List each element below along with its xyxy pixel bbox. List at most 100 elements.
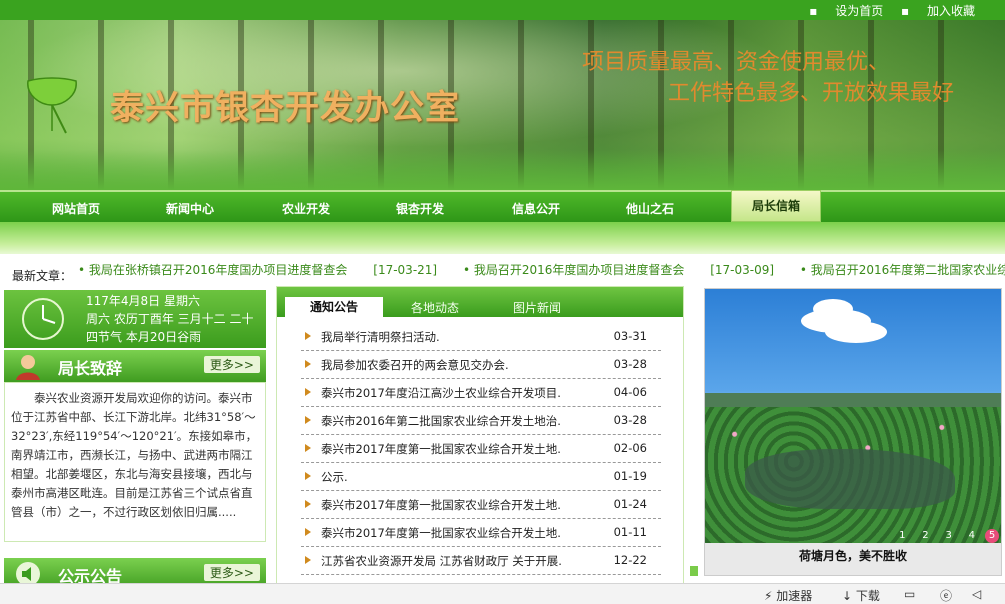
pager-4[interactable]: 4 [962, 530, 982, 541]
notice-title: 泰兴市2017年度第一批国家农业综合开发土地. [321, 442, 561, 456]
slogan-line-1: 项目质量最高、资金使用最优、 [582, 50, 891, 75]
date-box: 117年4月8日 星期六 周六 农历丁酉年 三月十二 二十 四节气 本月20日谷… [4, 290, 266, 348]
scroll-marker [690, 566, 698, 576]
notice-title: 我局举行清明祭扫活动. [321, 330, 440, 344]
nav-agriculture[interactable]: 农业开发 [282, 200, 330, 217]
bullet-icon [305, 500, 311, 508]
photo-pager: 1 2 3 4 5 [892, 529, 999, 543]
set-homepage-label: 设为首页 [835, 4, 884, 18]
nav-director-mailbox[interactable]: 局长信箱 [731, 190, 821, 222]
pager-5[interactable]: 5 [985, 529, 999, 543]
director-panel-title: 局长致辞 [58, 359, 123, 378]
add-favorite-label: 加入收藏 [926, 4, 975, 18]
notice-date: 03-31 [613, 329, 647, 343]
notice-date: 01-11 [613, 525, 647, 539]
photo-panel: 1 2 3 4 5 荷塘月色，美不胜收 [704, 288, 1002, 576]
bullet-icon [305, 388, 311, 396]
pond-water [745, 449, 955, 509]
ginkgo-leaf-icon [27, 77, 77, 134]
set-homepage-link[interactable]: ▪ 设为首页 [809, 4, 883, 18]
notice-title: 公示. [321, 470, 348, 484]
notice-title: 泰兴市2017年度第一批国家农业综合开发土地. [321, 526, 561, 540]
slogan-line-2: 工作特色最多、开放效果最好 [668, 81, 955, 106]
bullet-icon [305, 528, 311, 536]
list-item[interactable]: 公示. 01-19 [301, 463, 661, 491]
ticker-items: • 我局在张桥镇召开2016年度国办项目进度督查会 [17-03-21] • 我… [78, 261, 1005, 278]
bullet-icon [305, 444, 311, 452]
bullet-icon [305, 472, 311, 480]
notice-list-panel: 通知公告 各地动态 图片新闻 我局举行清明祭扫活动. 03-31 我局参加农委召开… [276, 286, 684, 586]
list-item[interactable]: 泰兴市2017年度第一批国家农业综合开发土地. 01-11 [301, 519, 661, 547]
accelerator-button[interactable]: ⚡ 加速器 [764, 587, 812, 604]
tab-notices[interactable]: 通知公告 [285, 297, 383, 317]
director-panel-header: 局长致辞 更多>> [4, 350, 266, 384]
accelerator-label: 加速器 [776, 589, 813, 603]
nav-info-disclosure[interactable]: 信息公开 [512, 200, 560, 217]
date-lunar: 周六 农历丁酉年 三月十二 二十 [86, 312, 254, 326]
site-title: 泰兴市银杏开发办公室 [110, 88, 460, 128]
pager-2[interactable]: 2 [915, 530, 935, 541]
list-item[interactable]: 泰兴市2017年度第一批国家农业综合开发土地. 01-24 [301, 491, 661, 519]
date-solar-term: 四节气 本月20日谷雨 [86, 330, 202, 344]
director-avatar-icon [16, 355, 40, 380]
clock-icon [22, 298, 64, 340]
audio-icon[interactable]: ◁ [972, 587, 981, 601]
director-more-link[interactable]: 更多>> [203, 356, 260, 373]
ticker-date-2: [17-03-09] [710, 263, 775, 277]
bullet-icon [305, 416, 311, 424]
download-button[interactable]: ↓ 下载 [842, 587, 880, 604]
notice-date: 03-28 [613, 413, 647, 427]
notice-title: 泰兴市2017年度沿江高沙土农业综合开发项目. [321, 386, 561, 400]
notice-title: 泰兴市2016年第二批国家农业综合开发土地治. [321, 414, 561, 428]
notice-date: 12-22 [613, 553, 647, 567]
ticker-item-2[interactable]: • 我局召开2016年度国办项目进度督查会 [463, 263, 684, 277]
tab-photo-news[interactable]: 图片新闻 [513, 299, 561, 316]
list-item[interactable]: 我局举行清明祭扫活动. 03-31 [301, 323, 661, 351]
notice-title: 泰兴市2017年度第一批国家农业综合开发土地. [321, 498, 561, 512]
ie-icon[interactable]: ⓔ [940, 587, 952, 604]
cloud-shape [825, 321, 887, 343]
pager-3[interactable]: 3 [939, 530, 959, 541]
notice-date: 01-19 [613, 469, 647, 483]
pager-1[interactable]: 1 [892, 530, 912, 541]
list-item[interactable]: 泰兴市2016年第二批国家农业综合开发土地治. 03-28 [301, 407, 661, 435]
list-item[interactable]: 江苏省农业资源开发局 江苏省财政厅 关于开展. 12-22 [301, 547, 661, 575]
nav-news-center[interactable]: 新闻中心 [166, 200, 214, 217]
notice-title: 江苏省农业资源开发局 江苏省财政厅 关于开展. [321, 554, 562, 568]
list-item[interactable]: 泰兴市2017年度第一批国家农业综合开发土地. 02-06 [301, 435, 661, 463]
notice-date: 04-06 [613, 385, 647, 399]
bullet-icon [305, 332, 311, 340]
add-favorite-link[interactable]: ▪ 加入收藏 [901, 4, 975, 18]
director-intro-text: 泰兴农业资源开发局欢迎你的访问。泰兴市位于江苏省中部、长江下游北岸。北纬31°5… [4, 382, 266, 542]
nav-ginkgo[interactable]: 银杏开发 [396, 200, 444, 217]
bullet-icon [305, 556, 311, 564]
notice-date: 02-06 [613, 441, 647, 455]
tab-bar: 通知公告 各地动态 图片新闻 [277, 287, 683, 317]
notice-title: 我局参加农委召开的两会意见交办会. [321, 358, 509, 372]
ticker-item-3[interactable]: • 我局召开2016年度第二批国家农业综合开发 [800, 263, 1005, 277]
header-banner: 泰兴市银杏开发办公室 项目质量最高、资金使用最优、 工作特色最多、开放效果最好 [0, 20, 1005, 190]
pdf-icon[interactable]: ▭ [904, 587, 915, 601]
date-gregorian: 117年4月8日 星期六 [86, 294, 200, 308]
bullet-icon [305, 360, 311, 368]
grass-ground [0, 150, 1005, 190]
notice-date: 03-28 [613, 357, 647, 371]
lotus-pond-photo[interactable]: 1 2 3 4 5 [705, 289, 1001, 543]
list-item[interactable]: 我局参加农委召开的两会意见交办会. 03-28 [301, 351, 661, 379]
top-bar: ▪ 设为首页 ▪ 加入收藏 [0, 0, 1005, 20]
nav-other-stones[interactable]: 他山之石 [626, 200, 674, 217]
photo-caption: 荷塘月色，美不胜收 [798, 549, 907, 563]
tab-local-news[interactable]: 各地动态 [411, 299, 459, 316]
ticker-date-1: [17-03-21] [373, 263, 438, 277]
main-nav: 网站首页 新闻中心 农业开发 银杏开发 信息公开 他山之石 局长信箱 [0, 190, 1005, 224]
browser-status-bar: ⚡ 加速器 ↓ 下载 ▭ ⓔ ◁ [0, 583, 1005, 604]
notice-date: 01-24 [613, 497, 647, 511]
nav-sub-band [0, 222, 1005, 254]
ticker-label: 最新文章： [12, 269, 73, 283]
list-item[interactable]: 泰兴市2017年度沿江高沙土农业综合开发项目. 04-06 [301, 379, 661, 407]
notice-more-link[interactable]: 更多>> [203, 564, 260, 581]
ticker-item-1[interactable]: • 我局在张桥镇召开2016年度国办项目进度督查会 [78, 263, 347, 277]
news-ticker: 最新文章： • 我局在张桥镇召开2016年度国办项目进度督查会 [17-03-2… [0, 256, 1005, 284]
nav-home[interactable]: 网站首页 [52, 200, 100, 217]
cloud-shape [813, 299, 853, 319]
